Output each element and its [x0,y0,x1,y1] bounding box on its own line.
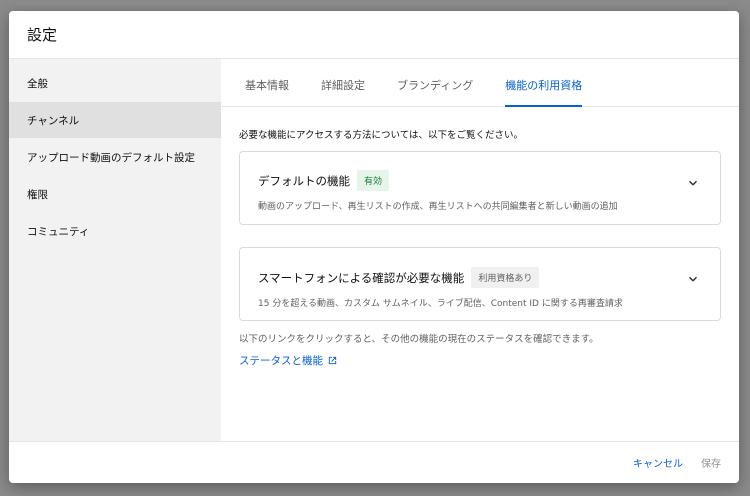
settings-sidebar: 全般 チャンネル アップロード動画のデフォルト設定 権限 コミュニティ [9,59,221,441]
tab-advanced-settings[interactable]: 詳細設定 [321,77,365,106]
link-label[interactable]: ステータスと機能 [239,353,323,368]
status-and-features-link[interactable]: ステータスと機能 [239,353,721,368]
sidebar-item-channel[interactable]: チャンネル [9,102,221,138]
chevron-down-icon[interactable] [686,176,700,190]
tab-branding[interactable]: ブランディング [397,77,473,106]
sidebar-item-community[interactable]: コミュニティ [9,213,221,249]
card-description: 動画のアップロード、再生リストの作成、再生リストへの共同編集者と新しい動画の追加 [258,202,618,212]
save-button[interactable]: 保存 [701,455,721,470]
status-badge-eligible: 利用資格あり [471,267,540,288]
card-title-row: デフォルトの機能 有効 [258,152,706,191]
dialog-header: 設定 [9,11,739,59]
feature-eligibility-content: 必要な機能にアクセスする方法については、以下をご覧ください。 デフォルトの機能 … [221,107,739,368]
status-note: 以下のリンクをクリックすると、その他の機能の現在のステータスを確認できます。 [239,334,599,345]
sidebar-item-upload-defaults[interactable]: アップロード動画のデフォルト設定 [9,139,221,175]
sidebar-item-general[interactable]: 全般 [9,65,221,101]
tab-basic-info[interactable]: 基本情報 [245,77,289,106]
sidebar-item-permissions[interactable]: 権限 [9,176,221,212]
dialog-title: 設定 [27,26,58,44]
card-title: デフォルトの機能 [258,173,350,188]
intro-text: 必要な機能にアクセスする方法については、以下をご覧ください。 [239,130,524,141]
status-badge-enabled: 有効 [357,170,390,191]
channel-settings-panel: 基本情報 詳細設定 ブランディング 機能の利用資格 必要な機能にアクセスする方法… [221,59,739,441]
dialog-body: 全般 チャンネル アップロード動画のデフォルト設定 権限 コミュニティ 基本情報… [9,59,739,441]
channel-tabs: 基本情報 詳細設定 ブランディング 機能の利用資格 [221,59,739,107]
cancel-button[interactable]: キャンセル [633,455,683,470]
card-description: 15 分を超える動画、カスタム サムネイル、ライブ配信、Content ID に… [258,299,623,309]
feature-card-intermediate[interactable]: スマートフォンによる確認が必要な機能 利用資格あり 15 分を超える動画、カスタ… [239,247,721,321]
feature-card-standard[interactable]: デフォルトの機能 有効 動画のアップロード、再生リストの作成、再生リストへの共同… [239,151,721,225]
settings-dialog: 設定 全般 チャンネル アップロード動画のデフォルト設定 権限 コミュニティ 基… [9,11,739,483]
tab-feature-eligibility[interactable]: 機能の利用資格 [505,77,583,107]
card-title-row: スマートフォンによる確認が必要な機能 利用資格あり [258,248,706,288]
chevron-down-icon[interactable] [686,272,700,286]
dialog-footer: キャンセル 保存 [9,441,739,483]
external-link-icon [328,356,337,365]
card-title: スマートフォンによる確認が必要な機能 [258,270,465,285]
